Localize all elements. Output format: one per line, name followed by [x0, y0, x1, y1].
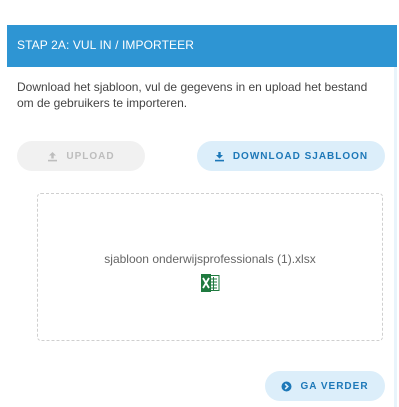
upload-button[interactable]: UPLOAD	[17, 141, 145, 171]
panel-body: Download het sjabloon, vul de gegevens i…	[7, 67, 394, 407]
download-label: DOWNLOAD SJABLOON	[232, 150, 369, 162]
top-strip	[0, 0, 399, 6]
continue-label: GA VERDER	[300, 380, 369, 392]
file-name: sjabloon onderwijsprofessionals (1).xlsx	[104, 252, 316, 266]
upload-icon	[48, 151, 58, 161]
excel-file-icon	[201, 274, 220, 292]
import-panel: STAP 2A: VUL IN / IMPORTEER Download het…	[7, 25, 397, 407]
upload-label: UPLOAD	[66, 150, 115, 162]
arrow-right-circle-icon	[281, 381, 292, 391]
download-icon	[214, 151, 224, 161]
panel-title: STAP 2A: VUL IN / IMPORTEER	[17, 38, 194, 52]
panel-header: STAP 2A: VUL IN / IMPORTEER	[7, 25, 397, 67]
intro-text: Download het sjabloon, vul de gegevens i…	[17, 80, 368, 110]
file-dropzone[interactable]: sjabloon onderwijsprofessionals (1).xlsx	[37, 193, 383, 341]
download-template-button[interactable]: DOWNLOAD SJABLOON	[197, 141, 385, 171]
panel-right-border	[394, 67, 397, 407]
continue-button[interactable]: GA VERDER	[265, 371, 385, 401]
